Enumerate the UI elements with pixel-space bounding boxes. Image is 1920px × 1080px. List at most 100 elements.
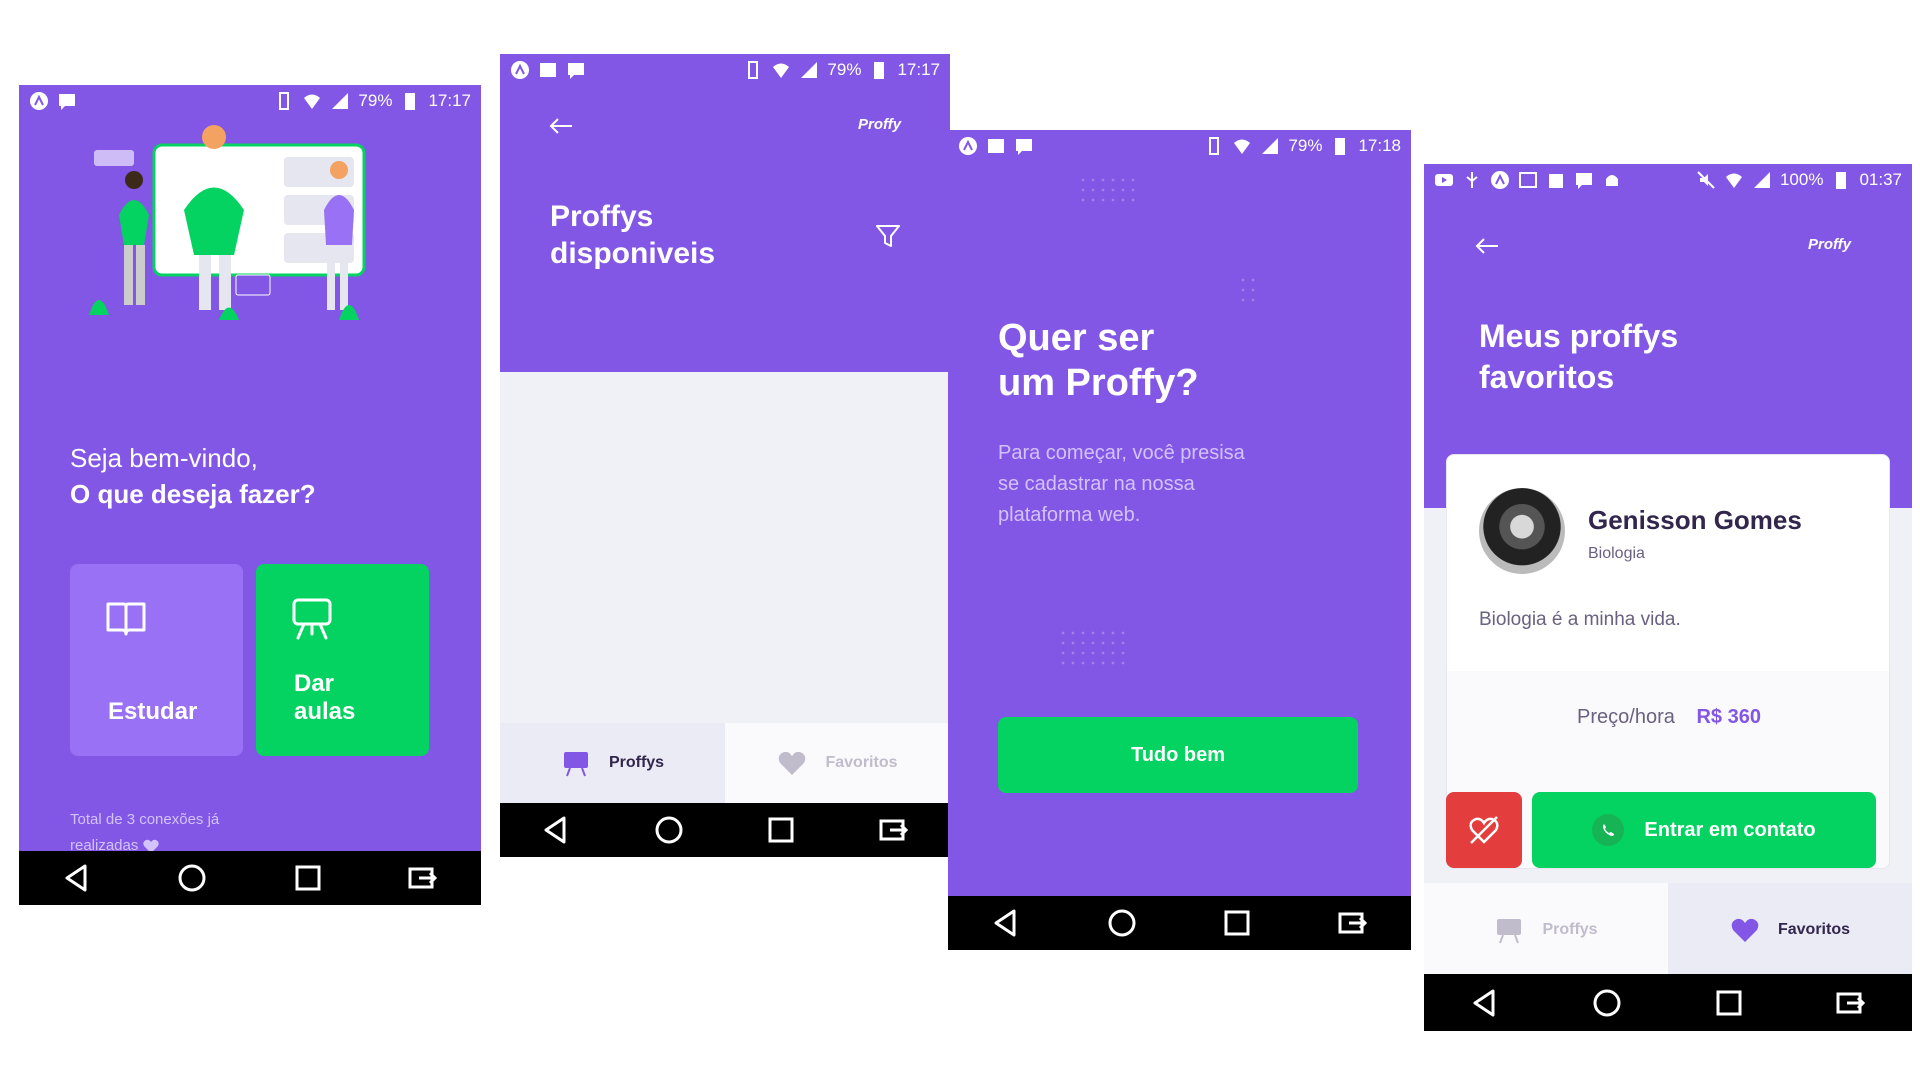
description-line3: plataforma web. (998, 504, 1141, 526)
app-logo-icon (30, 92, 48, 110)
message-icon (568, 63, 584, 79)
ok-button[interactable]: Tudo bem (998, 717, 1358, 793)
study-button[interactable]: Estudar (70, 564, 243, 756)
whatsapp-icon (1592, 814, 1625, 846)
triangle-back-icon (65, 864, 87, 892)
triangle-back-icon (994, 909, 1016, 937)
android-nav-bar (500, 803, 950, 857)
calendar-icon (1549, 174, 1563, 188)
decorative-dots (1078, 175, 1138, 205)
window-icon (1519, 172, 1537, 188)
status-bar: 79% 17:17 (19, 85, 481, 117)
tab-favoritos[interactable]: Favoritos (1668, 883, 1912, 977)
signal-icon (332, 93, 349, 109)
nav-back-button[interactable] (57, 858, 97, 898)
nav-switch-button[interactable] (403, 858, 443, 898)
contact-button[interactable]: Entrar em contato (1532, 792, 1876, 868)
page-title-line2: um Proffy? (998, 362, 1199, 404)
easel-icon (1497, 919, 1522, 944)
nav-recents-button[interactable] (1709, 983, 1749, 1023)
page-title-line2: disponiveis (550, 237, 716, 270)
page-title: Meus proffys favoritos (1479, 316, 1678, 398)
page-header: 79% 17:17 Proffy Proffys disponiveis (500, 54, 950, 372)
square-recents-icon (1716, 990, 1742, 1015)
back-arrow-icon[interactable] (1474, 236, 1500, 256)
bottom-tab-bar: Proffys Favoritos (500, 723, 950, 803)
avatar (1479, 488, 1565, 574)
page-title-line1: Meus proffys (1479, 318, 1679, 354)
nav-switch-button[interactable] (1831, 983, 1871, 1023)
back-arrow-icon[interactable] (548, 116, 574, 136)
message-icon (1576, 173, 1592, 189)
wifi-icon (1234, 139, 1251, 154)
nav-switch-button[interactable] (1333, 903, 1373, 943)
page-title: Proffys disponiveis (550, 198, 715, 272)
nav-home-button[interactable] (649, 810, 689, 850)
nav-home-button[interactable] (172, 858, 212, 898)
brand-logo: Proffy (858, 116, 902, 133)
description-line1: Para começar, você presisa (998, 442, 1245, 464)
study-label: Estudar (108, 698, 198, 725)
page-title-line1: Quer ser (998, 317, 1155, 359)
battery-percent: 100% (1779, 170, 1824, 189)
bottom-tab-bar: Proffys Favoritos (1424, 883, 1912, 977)
easel-icon (292, 598, 332, 640)
app-logo-icon (959, 137, 977, 155)
nav-back-button[interactable] (986, 903, 1026, 943)
tab-proffys[interactable]: Proffys (500, 723, 725, 803)
contact-button-label: Entrar em contato (1644, 818, 1816, 841)
vibrate-icon (279, 92, 290, 110)
tab-favoritos[interactable]: Favoritos (725, 723, 950, 803)
nav-switch-button[interactable] (874, 810, 914, 850)
usb-icon (1466, 172, 1478, 188)
triangle-back-icon (1473, 989, 1495, 1016)
nav-home-button[interactable] (1587, 983, 1627, 1023)
status-time: 17:17 (428, 91, 471, 110)
nav-recents-button[interactable] (1217, 903, 1257, 943)
mute-icon (1697, 171, 1715, 189)
android-icon (1606, 175, 1618, 186)
teach-button[interactable]: Dar aulas (256, 564, 429, 756)
signal-icon (1753, 172, 1770, 188)
teacher-bio: Biologia é a minha vida. (1479, 609, 1681, 630)
battery-charging-icon (1836, 172, 1847, 189)
android-nav-bar (19, 851, 481, 905)
battery-icon (874, 62, 885, 79)
screen-home: 79% 17:17 Seja bem-vindo, O que deseja f… (19, 85, 481, 905)
switch-windows-icon (1836, 992, 1866, 1013)
page-title-line1: Proffys (550, 200, 654, 233)
page-title: Quer ser um Proffy? (998, 316, 1199, 406)
vibrate-icon (1209, 137, 1220, 155)
square-recents-icon (768, 817, 794, 843)
nav-recents-button[interactable] (761, 810, 801, 850)
nav-home-button[interactable] (1102, 903, 1142, 943)
landing-illustration (89, 125, 366, 320)
heart-icon (779, 751, 806, 775)
image-icon (540, 63, 556, 77)
screen-give-classes: 79% 17:18 Quer ser um Proffy? Para começ… (948, 130, 1411, 950)
nav-recents-button[interactable] (288, 858, 328, 898)
battery-percent: 79% (827, 60, 862, 79)
unfavorite-button[interactable] (1446, 792, 1522, 868)
book-icon (106, 602, 146, 636)
heart-icon (1731, 918, 1759, 942)
status-bar: 79% 17:18 (948, 130, 1411, 162)
welcome-text: Seja bem-vindo, O que deseja fazer? (70, 440, 316, 512)
circle-home-icon (1108, 909, 1136, 937)
teacher-name: Genisson Gomes (1588, 505, 1802, 535)
message-icon (59, 94, 75, 110)
tab-proffys[interactable]: Proffys (1424, 883, 1668, 977)
decorative-dots (1238, 275, 1258, 305)
nav-back-button[interactable] (1465, 983, 1505, 1023)
heart-outline-icon (1469, 816, 1499, 844)
battery-percent: 79% (1288, 136, 1323, 155)
vibrate-icon (748, 61, 759, 79)
filter-icon[interactable] (874, 222, 902, 250)
screen-favorites: 100% 01:37 Proffy Meus proffys favoritos… (1424, 164, 1912, 1031)
teacher-subject: Biologia (1588, 545, 1645, 562)
android-nav-bar (1424, 974, 1912, 1031)
teach-label-line2: aulas (294, 698, 356, 725)
signal-icon (801, 62, 818, 78)
nav-back-button[interactable] (536, 810, 576, 850)
app-logo-icon (1491, 171, 1509, 189)
